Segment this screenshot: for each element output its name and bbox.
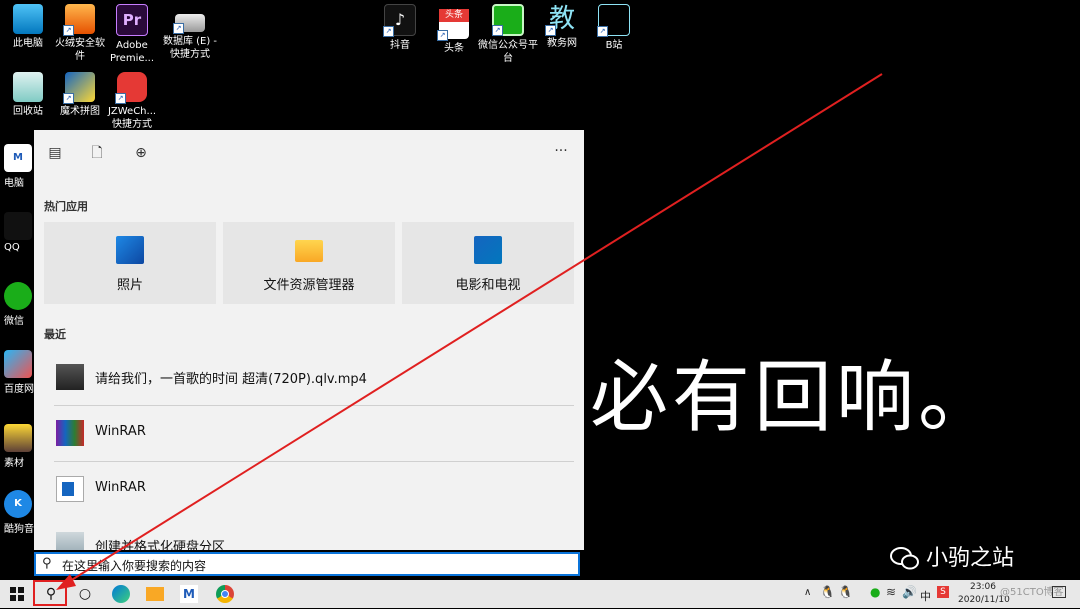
annotation-arrow [56, 73, 883, 590]
